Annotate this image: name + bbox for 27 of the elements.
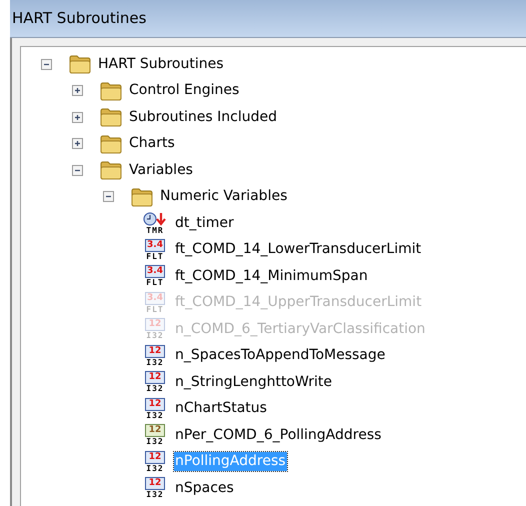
expand-icon[interactable] (72, 112, 83, 123)
expand-icon[interactable] (72, 85, 83, 96)
tree-item[interactable]: Control Engines (128, 81, 240, 100)
tree-item[interactable]: ft_COMD_14_MinimumSpan (174, 266, 369, 286)
collapse-icon[interactable] (103, 191, 114, 202)
tree-item[interactable]: dt_timer (174, 214, 235, 233)
folder-icon (100, 107, 122, 128)
tree-item[interactable]: Subroutines Included (128, 108, 278, 127)
window-title: HART Subroutines (12, 8, 146, 30)
collapse-icon[interactable] (72, 164, 83, 176)
tree-item[interactable]: nChartStatus (174, 399, 268, 418)
expand-icon[interactable] (72, 138, 83, 150)
tree-item[interactable]: n_StringLenghttoWrite (174, 372, 333, 392)
tree-item[interactable]: Charts (128, 134, 176, 154)
tree-item[interactable]: n_SpacesToAppendToMessage (174, 346, 386, 366)
folder-icon (100, 134, 122, 154)
tree-item[interactable]: nPer_COMD_6_PollingAddress (174, 426, 382, 445)
folder-icon (131, 186, 153, 207)
folder-icon (100, 80, 122, 101)
tree-item[interactable]: nSpaces (174, 478, 235, 498)
tree-item[interactable]: HART Subroutines (97, 54, 225, 74)
folder-icon (100, 160, 122, 180)
folder-icon (69, 54, 91, 74)
tree-item[interactable]: Numeric Variables (159, 187, 288, 206)
tree-item[interactable]: Variables (128, 160, 194, 180)
collapse-icon[interactable] (41, 58, 52, 70)
tree-item[interactable]: ft_COMD_14_LowerTransducerLimit (174, 240, 422, 260)
